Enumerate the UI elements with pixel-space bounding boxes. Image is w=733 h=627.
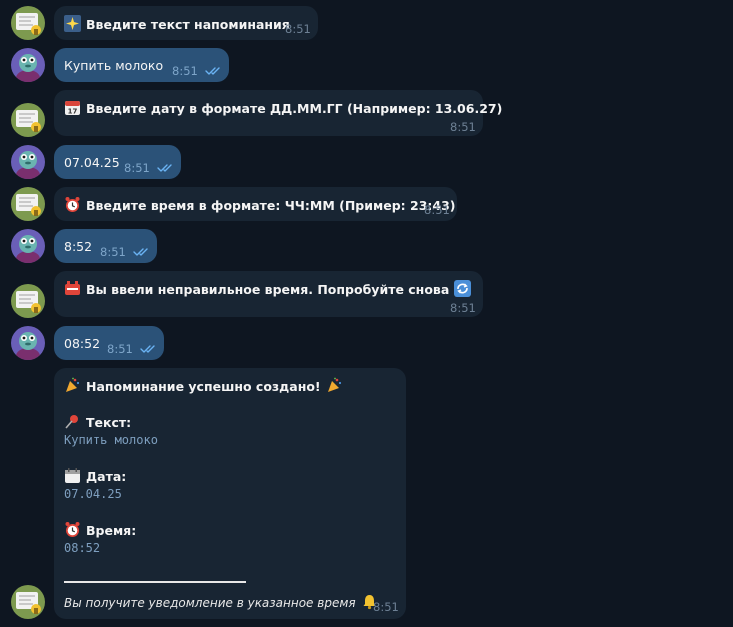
party-popper-icon	[66, 377, 80, 392]
message-time: 8:51	[373, 600, 399, 614]
text-value: Купить молоко	[64, 433, 158, 447]
message-text: 08:52	[64, 336, 101, 351]
user-avatar-icon	[11, 326, 45, 360]
user-message-bubble: 8:52 8:51	[54, 229, 157, 263]
message-text: Введите текст напоминания	[64, 15, 290, 33]
message-text-content: Введите текст напоминания	[86, 17, 290, 32]
bot-avatar-icon	[11, 6, 45, 40]
message-time: 8:51	[100, 245, 126, 259]
user-avatar[interactable]	[11, 229, 45, 263]
calendar-icon: 17	[65, 101, 80, 116]
date-value: 07.04.25	[64, 487, 122, 501]
repeat-icon	[454, 280, 472, 297]
svg-text:17: 17	[68, 108, 78, 116]
bot-avatar[interactable]	[11, 6, 45, 40]
bot-avatar[interactable]	[11, 187, 45, 221]
alarm-clock-icon	[65, 522, 80, 537]
read-checkmark-icon	[205, 67, 220, 75]
message-text: Вы ввели неправильное время. Попробуйте …	[64, 280, 472, 298]
read-checkmark-icon	[133, 248, 148, 256]
message-text-content: Введите время в формате: ЧЧ:ММ (Пример: …	[86, 198, 456, 213]
time-label-content: Время:	[86, 523, 137, 538]
spiral-calendar-icon	[65, 468, 80, 483]
user-message-bubble: 07.04.25 8:51	[54, 145, 181, 179]
reminder-summary-bubble: Напоминание успешно создано! Текст: Купи…	[54, 368, 406, 619]
summary-title: Напоминание успешно создано!	[64, 377, 343, 395]
date-label: Дата:	[64, 467, 126, 485]
bot-message-bubble: 17 Введите дату в формате ДД.ММ.ГГ (Напри…	[54, 90, 502, 136]
message-time: 8:51	[124, 161, 150, 175]
time-label: Время:	[64, 521, 136, 539]
message-time: 8:51	[107, 342, 133, 356]
summary-title-text: Напоминание успешно создано!	[86, 379, 321, 394]
user-avatar-icon	[11, 145, 45, 179]
bot-avatar[interactable]	[11, 103, 45, 137]
message-time: 8:51	[424, 203, 450, 217]
text-label-content: Текст:	[86, 415, 132, 430]
time-value: 08:52	[64, 541, 101, 555]
message-time: 8:51	[285, 22, 311, 36]
bot-message-bubble: Вы ввели неправильное время. Попробуйте …	[54, 271, 483, 317]
message-text-content: Введите дату в формате ДД.ММ.ГГ (Наприме…	[86, 101, 503, 116]
message-time: 8:51	[450, 301, 476, 315]
read-checkmark-icon	[157, 164, 172, 172]
bot-avatar-icon	[11, 585, 45, 619]
bot-message-bubble: Введите текст напоминания 8:51	[54, 6, 318, 40]
pushpin-icon	[65, 415, 78, 429]
message-text-content: Вы ввели неправильное время. Попробуйте …	[86, 282, 450, 297]
error-badge-icon	[65, 281, 80, 295]
bot-avatar-icon	[11, 103, 45, 137]
bot-avatar[interactable]	[11, 284, 45, 318]
message-text: 8:52	[64, 239, 93, 254]
message-text: Купить молоко	[64, 58, 164, 73]
read-checkmark-icon	[140, 345, 155, 353]
message-text: 07.04.25	[64, 155, 120, 170]
message-time: 8:51	[450, 120, 476, 134]
message-time: 8:51	[172, 64, 198, 78]
user-message-bubble: Купить молоко 8:51	[54, 48, 229, 82]
user-avatar[interactable]	[11, 145, 45, 179]
divider	[64, 581, 246, 583]
bot-avatar-icon	[11, 284, 45, 318]
bot-avatar-icon	[11, 187, 45, 221]
text-label: Текст:	[64, 413, 131, 431]
bot-message-bubble: Введите время в формате: ЧЧ:ММ (Пример: …	[54, 187, 457, 221]
user-avatar[interactable]	[11, 48, 45, 82]
bot-avatar[interactable]	[11, 585, 45, 619]
user-avatar-icon	[11, 229, 45, 263]
user-avatar[interactable]	[11, 326, 45, 360]
message-text: 17 Введите дату в формате ДД.ММ.ГГ (Напри…	[64, 99, 502, 117]
date-label-content: Дата:	[86, 469, 127, 484]
user-message-bubble: 08:52 8:51	[54, 326, 164, 360]
message-text: Введите время в формате: ЧЧ:ММ (Пример: …	[64, 196, 456, 214]
chat-area: Введите текст напоминания 8:51 Купить мо…	[0, 0, 733, 627]
party-popper-icon	[327, 377, 341, 392]
footer-text-content: Вы получите уведомление в указанное врем…	[64, 596, 356, 610]
alarm-clock-icon	[65, 197, 80, 212]
footer-text: Вы получите уведомление в указанное врем…	[64, 593, 378, 611]
user-avatar-icon	[11, 48, 45, 82]
sparkle-icon	[64, 15, 81, 32]
